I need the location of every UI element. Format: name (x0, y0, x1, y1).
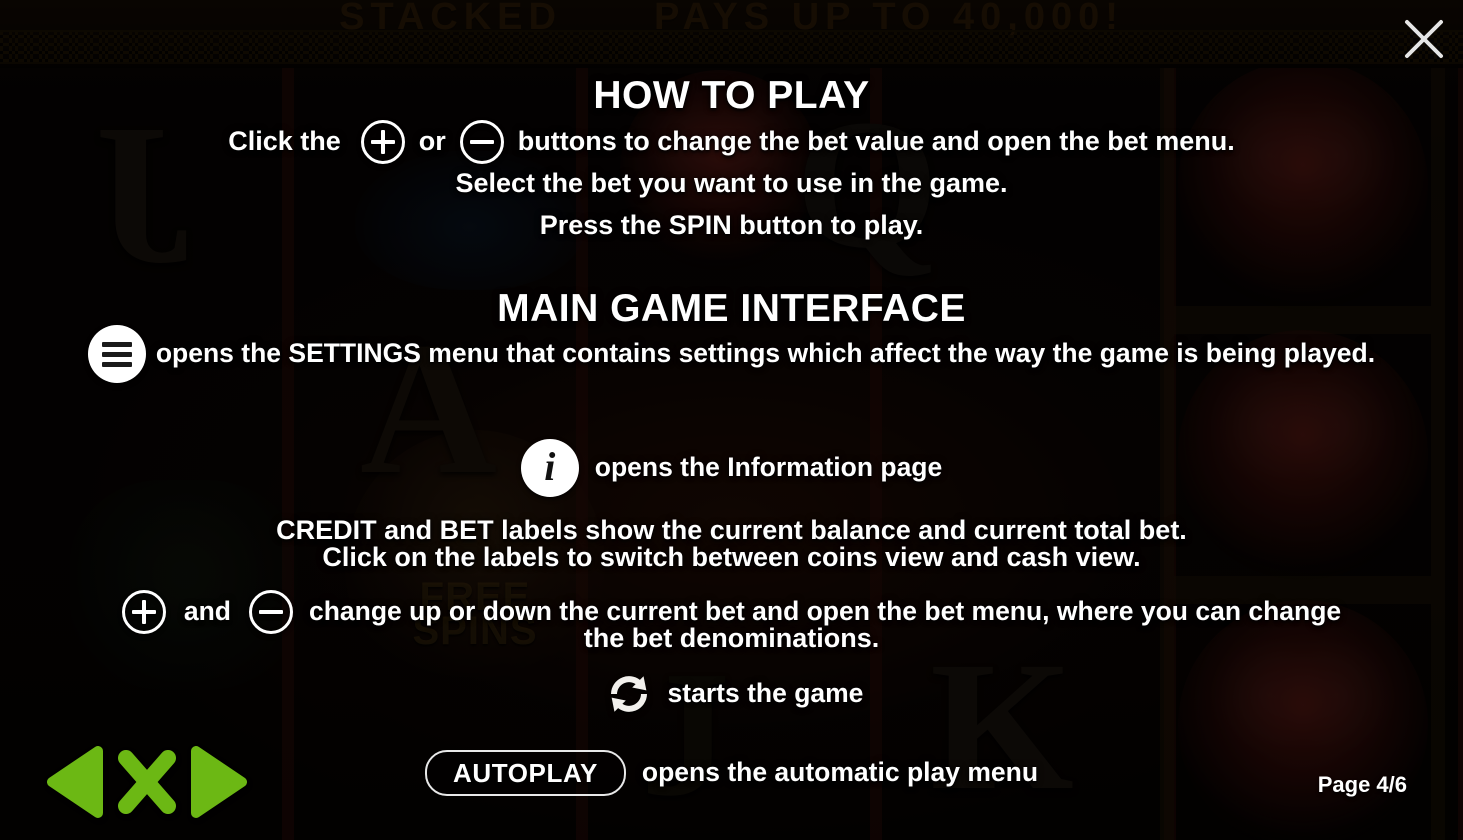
how-to-play-line-2: Select the bet you want to use in the ga… (455, 168, 1008, 198)
next-page-button[interactable] (188, 745, 250, 824)
spin-row: starts the game (0, 665, 1463, 723)
information-description: opens the Information page (594, 452, 943, 483)
hamburger-bars (101, 341, 132, 367)
spin-description: starts the game (667, 678, 864, 709)
close-icon[interactable] (1395, 10, 1453, 68)
how-to-play-line1-part2: or (418, 126, 446, 157)
bet-change-description-line2: the bet denominations. (583, 623, 880, 653)
previous-page-button[interactable] (44, 745, 106, 824)
info-letter: i (544, 444, 556, 489)
credit-bet-line-2: Click on the labels to switch between co… (322, 542, 1141, 572)
autoplay-button[interactable]: AUTOPLAY (424, 750, 626, 796)
settings-row: opens the SETTINGS menu that contains se… (0, 325, 1463, 383)
how-to-play-heading: HOW TO PLAY (593, 74, 870, 117)
settings-menu-icon[interactable] (87, 325, 146, 383)
how-to-play-line1-part3: buttons to change the bet value and open… (517, 126, 1235, 157)
autoplay-description: opens the automatic play menu (641, 757, 1039, 788)
minus-icon[interactable] (459, 120, 504, 164)
page-indicator: Page 4/6 (1317, 772, 1407, 797)
how-to-play-line1-part1: Click the (228, 126, 341, 157)
plus-icon[interactable] (360, 120, 405, 164)
close-help-button[interactable] (112, 745, 182, 824)
page-navigation (44, 745, 250, 824)
spin-icon[interactable] (600, 665, 658, 723)
how-to-play-overlay: FREE SPINS J Q A K J STACKEDPAYS UP TO 4… (0, 0, 1463, 840)
information-icon[interactable]: i (520, 439, 579, 497)
information-row: i opens the Information page (0, 439, 1463, 497)
settings-description: opens the SETTINGS menu that contains se… (155, 338, 1376, 369)
how-to-play-line-3: Press the SPIN button to play. (539, 210, 924, 240)
how-to-play-line-1: Click the or buttons to change the bet v… (0, 120, 1463, 164)
